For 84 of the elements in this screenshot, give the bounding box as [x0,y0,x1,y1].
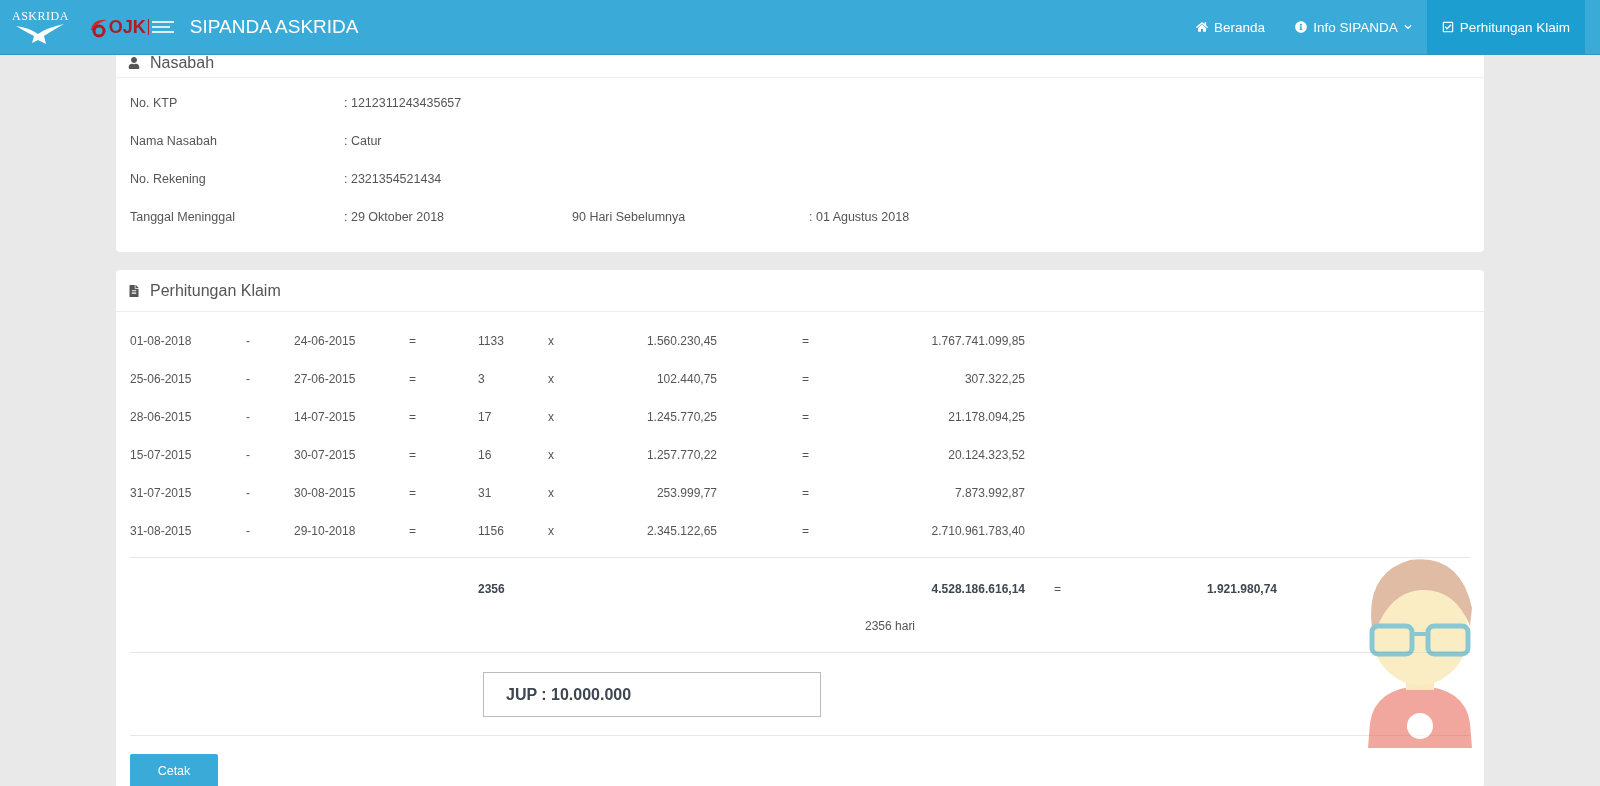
rate-amount: 1.257.770,22 [645,448,717,462]
equals-sign: = [802,524,810,538]
day-count: 17 [478,410,493,424]
rate-amount: 253.999,77 [655,486,717,500]
dash-sign: - [246,448,251,462]
card-title: Perhitungan Klaim [150,281,281,300]
start-date: 25-06-2015 [130,372,193,386]
end-date: 27-06-2015 [294,372,357,386]
start-date: 15-07-2015 [130,448,193,462]
claim-result: 1.921.980,74 [1205,582,1277,596]
day-count: 3 [478,372,486,386]
nav-link[interactable]: Beranda [1181,0,1281,54]
product-amount: 7.873.992,87 [953,486,1025,500]
rate-amount: 2.345.122,65 [645,524,717,538]
end-date: 30-07-2015 [294,448,357,462]
field-value: : Catur [344,134,383,148]
jup-value: JUP : 10.000.000 [483,672,821,717]
equals-sign: = [802,410,810,424]
start-date: 31-07-2015 [130,486,193,500]
day-count: 1133 [478,334,505,348]
equals-sign: = [802,486,810,500]
times-sign: x [548,372,555,386]
times-sign: x [548,524,555,538]
rate-amount: 102.440,75 [655,372,717,386]
field-value: : 1212311243435657 [344,96,463,110]
home-icon [1196,21,1209,33]
info-icon [1295,21,1308,33]
app-title: SIPANDA ASKRIDA [189,16,359,38]
total-amount: 4.528.186.616,14 [930,582,1025,596]
end-date: 30-08-2015 [294,486,357,500]
field-value: : 01 Agustus 2018 [809,210,911,224]
product-amount: 21.178.094,25 [947,410,1025,424]
equals-sign: = [802,334,810,348]
nav-link[interactable]: Info SIPANDA [1280,0,1427,54]
field-value: : 2321354521434 [344,172,443,186]
dash-sign: - [246,372,251,386]
day-count: 1156 [478,524,505,538]
days-label: 2356 hari [865,619,916,633]
equals-sign: = [802,372,810,386]
equals-sign: = [409,448,417,462]
equals-sign: = [409,524,417,538]
start-date: 28-06-2015 [130,410,193,424]
equals-sign: = [1054,582,1062,596]
end-date: 24-06-2015 [294,334,357,348]
document-icon [128,284,140,297]
dash-sign: - [246,334,251,348]
field-label: Nama Nasabah [130,134,218,148]
dash-sign: - [246,410,251,424]
card-title: Nasabah [150,53,215,72]
askrida-logo: ASKRIDA [12,10,69,44]
field-label: 90 Hari Sebelumnya [572,210,687,224]
nav-link[interactable]: Perhitungan Klaim [1426,0,1585,54]
field-label: No. Rekening [130,172,207,186]
checkbox-icon [1441,21,1454,33]
start-date: 01-08-2018 [130,334,193,348]
day-count: 31 [478,486,493,500]
equals-sign: = [409,334,417,348]
field-label: Tanggal Meninggal [130,210,236,224]
product-amount: 307.322,25 [963,372,1025,386]
user-icon [128,56,140,69]
field-value: : 29 Oktober 2018 [344,210,446,224]
times-sign: x [548,410,555,424]
rate-amount: 1.245.770,25 [645,410,717,424]
rate-amount: 1.560.230,45 [645,334,717,348]
total-days: 2356 [478,582,578,596]
times-sign: x [548,486,555,500]
times-sign: x [548,448,555,462]
start-date: 31-08-2015 [130,524,193,538]
field-label: No. KTP [130,96,179,110]
equals-sign: = [409,410,417,424]
equals-sign: = [802,448,810,462]
product-amount: 1.767.741.099,85 [930,334,1025,348]
day-count: 16 [478,448,493,462]
product-amount: 2.710.961.783,40 [930,524,1025,538]
equals-sign: = [409,486,417,500]
print-button[interactable]: Cetak [130,754,218,786]
ojk-logo: OJK [88,16,176,38]
end-date: 14-07-2015 [294,410,357,424]
end-date: 29-10-2018 [294,524,357,538]
times-sign: x [548,334,555,348]
dash-sign: - [246,524,251,538]
product-amount: 20.124.323,52 [947,448,1025,462]
dash-sign: - [246,486,251,500]
equals-sign: = [409,372,417,386]
